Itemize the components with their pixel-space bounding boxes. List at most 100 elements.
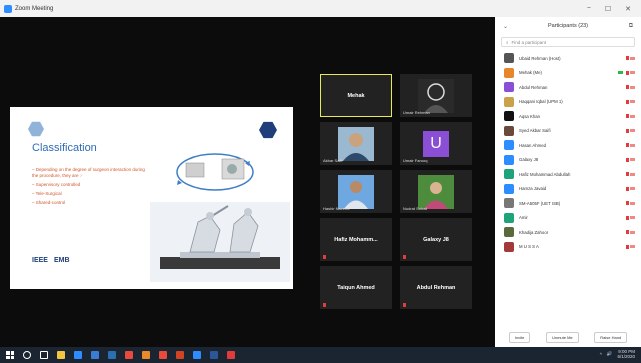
muted-mic-icon bbox=[626, 244, 629, 249]
participant-row[interactable]: Hamza Javaid bbox=[495, 182, 641, 197]
muted-mic-icon bbox=[626, 143, 629, 148]
participant-row[interactable]: Amir bbox=[495, 211, 641, 226]
participant-search-input[interactable]: ⌕ Find a participant bbox=[501, 37, 635, 47]
participant-name: Galaxy J8 bbox=[519, 157, 539, 163]
task-view-icon[interactable] bbox=[40, 351, 48, 359]
muted-mic-icon bbox=[403, 303, 406, 307]
video-off-icon bbox=[630, 158, 635, 162]
muted-mic-icon bbox=[626, 215, 629, 220]
panel-header: ⌄ Participants (23) ⧉ bbox=[495, 17, 641, 35]
participant-row[interactable]: Abdul Rehman bbox=[495, 80, 641, 95]
participant-row[interactable]: SM-A505F (UET ISB) bbox=[495, 196, 641, 211]
video-tile[interactable]: Umair Rehman bbox=[400, 74, 472, 117]
surgical-robot-image bbox=[150, 202, 290, 282]
muted-mic-icon bbox=[403, 255, 406, 259]
search-icon: ⌕ bbox=[506, 39, 509, 45]
meeting-stage: Classification – Depending on the degree… bbox=[0, 17, 495, 347]
window-title: Zoom Meeting bbox=[15, 5, 54, 12]
tile-name: Galaxy J8 bbox=[423, 236, 449, 243]
raise-hand-button[interactable]: Raise Hand bbox=[594, 332, 628, 343]
muted-mic-icon bbox=[323, 303, 326, 307]
chrome-icon[interactable] bbox=[125, 351, 133, 359]
participant-row[interactable]: Galaxy J8 bbox=[495, 153, 641, 168]
video-off-icon bbox=[630, 201, 635, 205]
unmute-me-button[interactable]: Unmute Me bbox=[545, 332, 579, 343]
participant-row[interactable]: Aqsa Khan bbox=[495, 109, 641, 124]
emb-logo: EMB bbox=[53, 257, 70, 264]
muted-mic-icon bbox=[626, 230, 629, 235]
office-icon[interactable] bbox=[159, 351, 167, 359]
zoom-logo-icon bbox=[4, 4, 12, 13]
mail-icon[interactable] bbox=[91, 351, 99, 359]
muted-mic-icon bbox=[626, 157, 629, 162]
video-off-icon bbox=[630, 230, 635, 234]
control-loop-diagram bbox=[176, 153, 254, 191]
hexagon-decoration-icon bbox=[259, 121, 277, 139]
edge-icon[interactable] bbox=[227, 351, 235, 359]
windows-taskbar: ^ 🔊 9:00 PM 6/1/2020 bbox=[0, 347, 641, 363]
panel-footer: Invite Unmute Me Raise Hand bbox=[495, 332, 641, 343]
ieee-logo: IEEE bbox=[32, 257, 48, 264]
slide-logos: IEEE EMB bbox=[32, 257, 70, 264]
participants-panel: ⌄ Participants (23) ⧉ ⌕ Find a participa… bbox=[495, 17, 641, 347]
video-tile[interactable]: Taiqun Ahmed bbox=[320, 266, 392, 309]
zoom-window: Zoom Meeting − ☐ ✕ Classification – Depe… bbox=[0, 0, 641, 347]
windows-icon[interactable] bbox=[6, 351, 14, 359]
video-tile[interactable]: Abdul Rehman bbox=[400, 266, 472, 309]
chevron-down-icon[interactable]: ⌄ bbox=[503, 23, 508, 30]
participant-row[interactable]: Syed Akbar Saifi bbox=[495, 124, 641, 139]
participant-row[interactable]: Khadija Zahoor bbox=[495, 225, 641, 240]
video-tile[interactable]: Galaxy J8 bbox=[400, 218, 472, 261]
muted-mic-icon bbox=[626, 99, 629, 104]
zoom-icon[interactable] bbox=[193, 351, 201, 359]
tile-name: Hafiz Mohamm... bbox=[334, 236, 378, 243]
participant-row[interactable]: Haqqani Iqbal (UPM 1) bbox=[495, 95, 641, 110]
participant-row[interactable]: Hafiz Mohammad Abdullah bbox=[495, 167, 641, 182]
avatar bbox=[504, 154, 514, 165]
invite-button[interactable]: Invite bbox=[508, 332, 531, 343]
muted-mic-icon bbox=[626, 70, 629, 75]
illustrator-icon[interactable] bbox=[142, 351, 150, 359]
participant-name: Syed Akbar Saifi bbox=[519, 128, 551, 134]
video-off-icon bbox=[630, 71, 635, 75]
participant-row[interactable]: Ubaid Rehman (Host) bbox=[495, 51, 641, 66]
avatar bbox=[504, 67, 514, 78]
video-off-icon bbox=[630, 187, 635, 191]
popout-icon[interactable]: ⧉ bbox=[629, 23, 633, 30]
maximize-button[interactable]: ☐ bbox=[605, 5, 611, 13]
word-icon[interactable] bbox=[210, 351, 218, 359]
video-tile[interactable]: U Umair Farooq bbox=[400, 122, 472, 165]
participant-photo bbox=[338, 174, 374, 209]
video-tile[interactable]: Mehak bbox=[320, 74, 392, 117]
clock[interactable]: 9:00 PM 6/1/2020 bbox=[617, 349, 635, 359]
muted-mic-icon bbox=[626, 85, 629, 90]
system-tray: ^ 🔊 9:00 PM 6/1/2020 bbox=[600, 349, 635, 359]
participant-name: Hafiz Mohammad Abdullah bbox=[519, 171, 571, 177]
slide-bullet: – Supervisory controlled bbox=[32, 182, 81, 187]
avatar bbox=[504, 125, 514, 136]
file-explorer-icon[interactable] bbox=[57, 351, 65, 359]
video-tile[interactable]: Nudrat Sohail bbox=[400, 170, 472, 213]
search-icon[interactable] bbox=[23, 351, 31, 359]
video-tile[interactable]: Akbar Saifi bbox=[320, 122, 392, 165]
photoshop-icon[interactable] bbox=[108, 351, 116, 359]
participant-name: Khadija Zahoor bbox=[519, 229, 549, 235]
video-off-icon bbox=[630, 172, 635, 176]
close-button[interactable]: ✕ bbox=[625, 5, 631, 13]
store-icon[interactable] bbox=[74, 351, 82, 359]
participant-row[interactable]: Mehak (Me) bbox=[495, 66, 641, 81]
volume-icon[interactable]: 🔊 bbox=[607, 351, 613, 357]
video-tile[interactable]: Hafiz Mohamm... bbox=[320, 218, 392, 261]
video-tile[interactable]: Hashir Naveed bbox=[320, 170, 392, 213]
chevron-up-icon[interactable]: ^ bbox=[600, 352, 602, 357]
powerpoint-icon[interactable] bbox=[176, 351, 184, 359]
slide-bullet: – Tele-Surgical bbox=[32, 191, 62, 196]
video-on-icon bbox=[618, 71, 623, 75]
avatar-letter: U bbox=[423, 130, 449, 157]
muted-mic-icon bbox=[626, 128, 629, 133]
video-off-icon bbox=[630, 143, 635, 147]
participant-row[interactable]: M U S S A bbox=[495, 240, 641, 255]
participant-row[interactable]: Hasan Ahmed bbox=[495, 138, 641, 153]
video-off-icon bbox=[630, 85, 635, 89]
minimize-button[interactable]: − bbox=[587, 5, 591, 12]
